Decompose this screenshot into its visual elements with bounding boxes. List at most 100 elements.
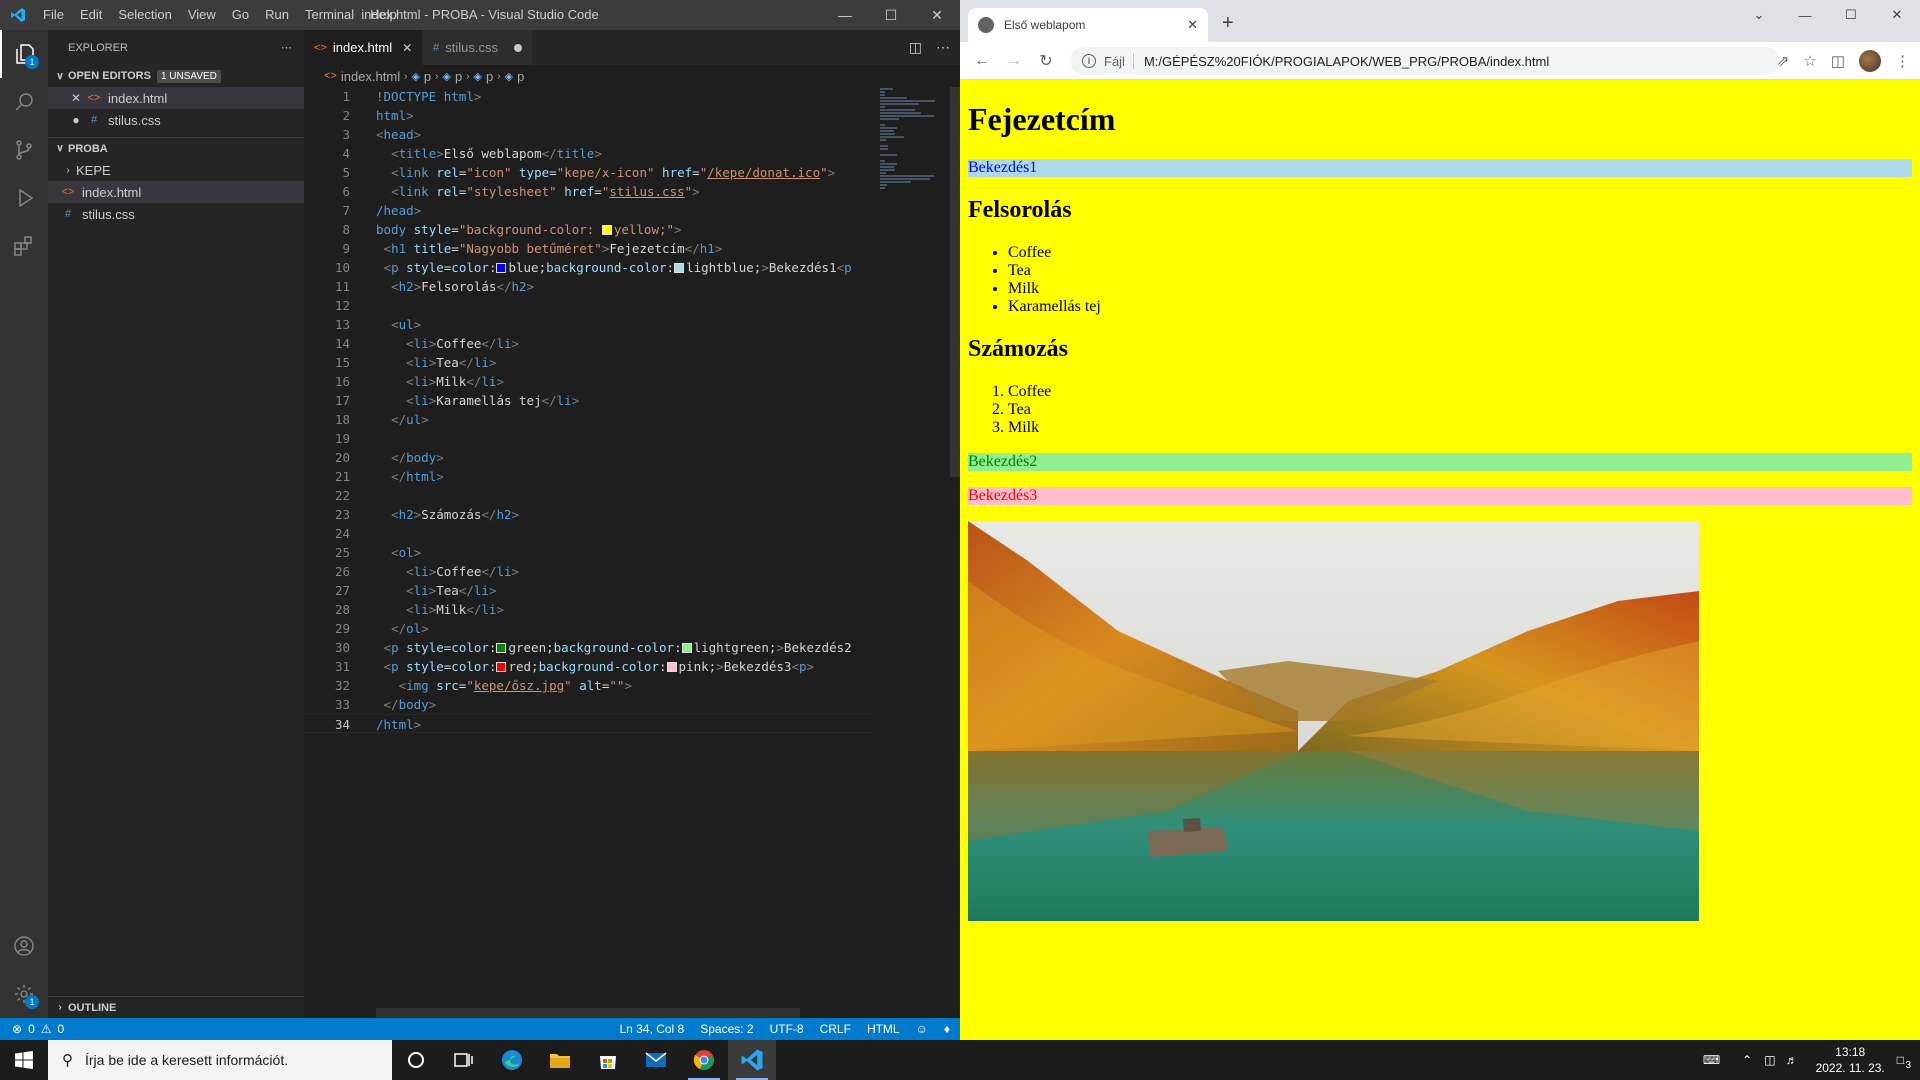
- cursor-position[interactable]: Ln 34, Col 8: [620, 1022, 685, 1036]
- code-line[interactable]: 15 <li>Tea</li>: [304, 353, 872, 372]
- code-text[interactable]: <h2>Számozás</h2>: [350, 505, 519, 524]
- code-line[interactable]: 5 <link rel="icon" type="kepe/x-icon" hr…: [304, 163, 872, 182]
- extensions-icon[interactable]: [0, 222, 48, 270]
- open-editor-stilus-css[interactable]: ● # stilus.css: [48, 109, 304, 131]
- breadcrumb-item[interactable]: p: [455, 69, 462, 84]
- code-text[interactable]: html>: [350, 106, 414, 125]
- code-line[interactable]: 13 <ul>: [304, 315, 872, 334]
- language-mode[interactable]: HTML: [867, 1022, 900, 1036]
- code-line[interactable]: 16 <li>Milk</li>: [304, 372, 872, 391]
- chrome-icon[interactable]: [680, 1040, 728, 1080]
- code-text[interactable]: <head>: [350, 125, 421, 144]
- code-line[interactable]: 23 <h2>Számozás</h2>: [304, 505, 872, 524]
- close-button[interactable]: ✕: [1874, 0, 1920, 30]
- vscode-taskbar-icon[interactable]: [728, 1040, 776, 1080]
- code-text[interactable]: </body>: [350, 695, 437, 714]
- warning-icon[interactable]: ⚠: [41, 1022, 52, 1036]
- code-editor[interactable]: 1 !DOCTYPE html> 2 html> 3 <head> 4 <title>Els…: [304, 87, 872, 1017]
- code-line[interactable]: 12: [304, 296, 872, 315]
- code-line[interactable]: 9 <h1 title="Nagyobb betűméret">Fejezetc…: [304, 239, 872, 258]
- close-tab-icon[interactable]: ✕: [402, 41, 412, 55]
- more-actions-icon[interactable]: ⋯: [936, 39, 950, 56]
- notifications-bell-icon[interactable]: ♦: [944, 1022, 950, 1036]
- url-text[interactable]: M:/GÉPÉSZ%20FIÓK/PROGIALAPOK/WEB_PRG/PRO…: [1144, 54, 1549, 69]
- code-text[interactable]: </body>: [350, 448, 444, 467]
- file-stilus-css[interactable]: # stilus.css: [48, 203, 304, 225]
- unsaved-dot-icon[interactable]: [514, 43, 523, 52]
- code-text[interactable]: <li>Coffee</li>: [350, 334, 519, 353]
- code-text[interactable]: <ul>: [350, 315, 421, 334]
- horizontal-scrollbar[interactable]: [376, 1008, 800, 1018]
- explorer-icon[interactable]: 1: [0, 30, 48, 78]
- close-button[interactable]: ✕: [914, 0, 960, 30]
- browser-tab[interactable]: Első weblapom ✕: [968, 8, 1208, 42]
- outline-section[interactable]: › OUTLINE: [48, 996, 304, 1018]
- side-panel-icon[interactable]: ◫: [1831, 52, 1845, 70]
- more-actions-icon[interactable]: ⋯: [281, 41, 292, 54]
- code-line[interactable]: 10 <p style=color: blue;background-color:…: [304, 258, 872, 277]
- code-line[interactable]: 18 </ul>: [304, 410, 872, 429]
- maximize-button[interactable]: ☐: [1828, 0, 1874, 30]
- menu-run[interactable]: Run: [257, 0, 297, 30]
- clock[interactable]: 13:18 2022. 11. 23.: [1816, 1044, 1885, 1076]
- search-icon[interactable]: [0, 78, 48, 126]
- profile-avatar[interactable]: [1859, 50, 1881, 72]
- code-text[interactable]: [350, 486, 376, 505]
- code-text[interactable]: <ol>: [350, 543, 421, 562]
- code-text[interactable]: <li>Coffee</li>: [350, 562, 519, 581]
- menu-terminal[interactable]: Terminal: [297, 0, 362, 30]
- end-of-line[interactable]: CRLF: [820, 1022, 851, 1036]
- menu-edit[interactable]: Edit: [72, 0, 110, 30]
- code-text[interactable]: <img src="kepe/ősz.jpg" alt="">: [350, 676, 632, 695]
- menu-help[interactable]: Help: [362, 0, 405, 30]
- code-text[interactable]: <li>Karamellás tej</li>: [350, 391, 579, 410]
- close-editor-icon[interactable]: ✕: [68, 91, 84, 105]
- code-text[interactable]: /head>: [350, 201, 421, 220]
- code-text[interactable]: <p style=color: blue;background-color: lig…: [350, 258, 852, 277]
- code-text[interactable]: [350, 296, 376, 315]
- menu-go[interactable]: Go: [224, 0, 257, 30]
- code-text[interactable]: [350, 429, 376, 448]
- address-bar[interactable]: i Fájl M:/GÉPÉSZ%20FIÓK/PROGIALAPOK/WEB_…: [1070, 47, 1780, 75]
- breadcrumb-item[interactable]: index.html: [341, 69, 400, 84]
- code-line[interactable]: 26 <li>Coffee</li>: [304, 562, 872, 581]
- info-icon[interactable]: i: [1082, 54, 1096, 68]
- code-text[interactable]: <li>Milk</li>: [350, 372, 504, 391]
- code-text[interactable]: [350, 524, 376, 543]
- code-line[interactable]: 31 <p style=color: red;background-color: p…: [304, 657, 872, 676]
- forward-arrow-icon[interactable]: →: [998, 52, 1030, 70]
- chevron-up-icon[interactable]: ⌃: [1742, 1053, 1752, 1067]
- code-line[interactable]: 20 </body>: [304, 448, 872, 467]
- settings-gear-icon[interactable]: 1: [0, 970, 48, 1018]
- code-line[interactable]: 19: [304, 429, 872, 448]
- notification-center-icon[interactable]: □ 3: [1897, 1053, 1911, 1071]
- keyboard-icon[interactable]: ⌨: [1703, 1053, 1720, 1067]
- volume-icon[interactable]: ♬: [1786, 1053, 1798, 1067]
- minimize-button[interactable]: —: [822, 0, 868, 30]
- code-text[interactable]: !DOCTYPE html>: [350, 87, 481, 106]
- code-text[interactable]: <title>Első weblapom</title>: [350, 144, 602, 163]
- minimize-button[interactable]: —: [1782, 0, 1828, 30]
- project-section[interactable]: ∨ PROBA: [48, 137, 304, 159]
- code-line[interactable]: 11 <h2>Felsorolás</h2>: [304, 277, 872, 296]
- code-text[interactable]: <li>Tea</li>: [350, 353, 496, 372]
- close-tab-icon[interactable]: ✕: [1187, 17, 1198, 33]
- file-explorer-icon[interactable]: [536, 1040, 584, 1080]
- code-line[interactable]: 24: [304, 524, 872, 543]
- code-line[interactable]: 6 <link rel="stylesheet" href="stilus.cs…: [304, 182, 872, 201]
- tab-stilus-css[interactable]: # stilus.css: [423, 30, 534, 65]
- code-line[interactable]: 2 html>: [304, 106, 872, 125]
- code-line[interactable]: 30 <p style=color: green;background-color…: [304, 638, 872, 657]
- open-editors-section[interactable]: ∨ OPEN EDITORS 1 UNSAVED: [48, 65, 304, 87]
- code-text[interactable]: </ul>: [350, 410, 429, 429]
- error-icon[interactable]: ⊗: [12, 1022, 22, 1036]
- minimap[interactable]: [872, 87, 950, 189]
- code-line[interactable]: 4 <title>Első weblapom</title>: [304, 144, 872, 163]
- back-arrow-icon[interactable]: ←: [966, 52, 998, 70]
- warning-count[interactable]: 0: [58, 1022, 65, 1036]
- network-icon[interactable]: ◫: [1764, 1053, 1775, 1067]
- code-text[interactable]: /html>: [350, 715, 421, 732]
- new-tab-button[interactable]: +: [1222, 12, 1234, 35]
- run-debug-icon[interactable]: [0, 174, 48, 222]
- vertical-scrollbar[interactable]: [950, 87, 960, 1017]
